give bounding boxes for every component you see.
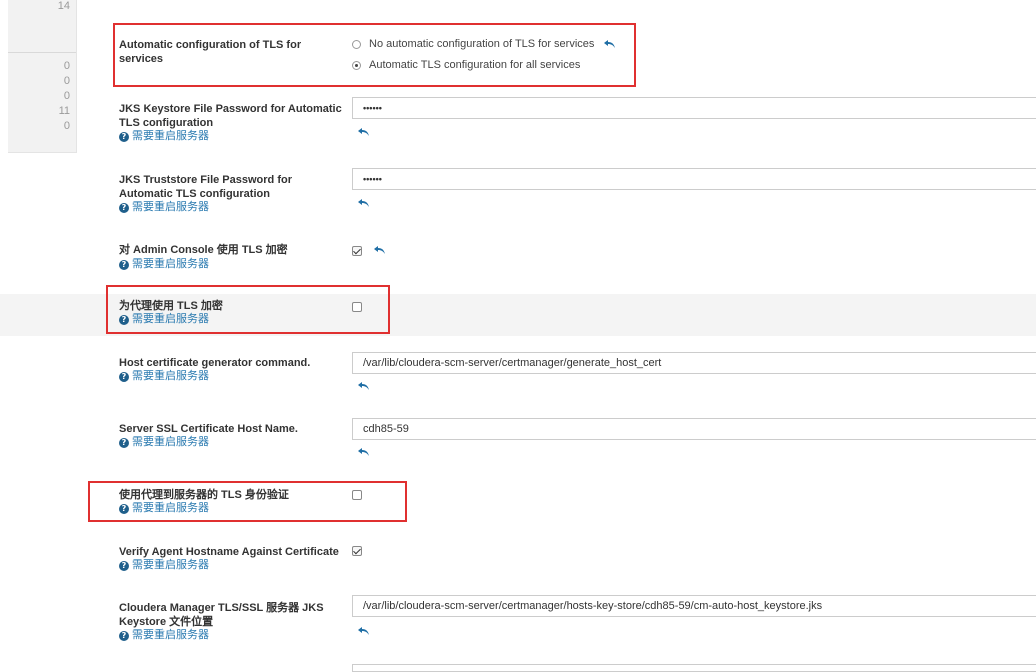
- keystore-password-input[interactable]: ••••••: [352, 97, 1036, 119]
- next-setting-input[interactable]: [352, 664, 1036, 672]
- help-icon: ?: [119, 202, 129, 213]
- ssl-host-name-label: Server SSL Certificate Host Name.: [119, 423, 298, 435]
- restart-text[interactable]: 需要重启服务器: [132, 201, 209, 214]
- restart-required-note: ? 需要重启服务器: [119, 559, 209, 572]
- restart-text[interactable]: 需要重启服务器: [132, 258, 209, 271]
- sidebar-count-partial: 14: [57, 0, 70, 10]
- help-icon: ?: [119, 630, 129, 641]
- sidebar-count: 0: [63, 60, 70, 72]
- admin-console-tls-checkbox[interactable]: [352, 246, 362, 256]
- restart-text[interactable]: 需要重启服务器: [132, 436, 209, 449]
- restart-required-note: ? 需要重启服务器: [119, 436, 209, 449]
- help-icon: ?: [119, 131, 129, 142]
- help-icon: ?: [119, 437, 129, 448]
- highlight-box-auto-tls: [113, 23, 636, 87]
- admin-console-tls-label: 对 Admin Console 使用 TLS 加密: [119, 244, 288, 256]
- highlight-box-agent-tls: [106, 285, 390, 334]
- restart-required-note: ? 需要重启服务器: [119, 130, 209, 143]
- verify-agent-hostname-label: Verify Agent Hostname Against Certificat…: [119, 546, 339, 558]
- sidebar-count: 11: [58, 105, 70, 117]
- host-cert-command-label: Host certificate generator command.: [119, 357, 311, 369]
- truststore-password-label: JKS Truststore File Password for Automat…: [119, 174, 292, 200]
- sidebar-divider: [8, 52, 76, 53]
- ssl-host-name-input[interactable]: cdh85-59: [352, 418, 1036, 440]
- help-icon: ?: [119, 560, 129, 571]
- restart-required-note: ? 需要重启服务器: [119, 629, 209, 642]
- restart-required-note: ? 需要重启服务器: [119, 258, 209, 271]
- sidebar-summary: 14 0 0 0 11 0: [8, 0, 77, 153]
- undo-icon[interactable]: [358, 626, 370, 636]
- restart-text[interactable]: 需要重启服务器: [132, 629, 209, 642]
- help-icon: ?: [119, 371, 129, 382]
- undo-icon[interactable]: [358, 198, 370, 208]
- truststore-password-input[interactable]: ••••••: [352, 168, 1036, 190]
- keystore-password-label: JKS Keystore File Password for Automatic…: [119, 103, 342, 129]
- undo-icon[interactable]: [358, 381, 370, 391]
- restart-required-note: ? 需要重启服务器: [119, 370, 209, 383]
- restart-required-note: ? 需要重启服务器: [119, 201, 209, 214]
- restart-text[interactable]: 需要重启服务器: [132, 559, 209, 572]
- host-cert-command-input[interactable]: /var/lib/cloudera-scm-server/certmanager…: [352, 352, 1036, 374]
- restart-text[interactable]: 需要重启服务器: [132, 130, 209, 143]
- undo-icon[interactable]: [358, 127, 370, 137]
- sidebar-count: 0: [63, 120, 70, 132]
- highlight-box-agent-server-auth: [88, 481, 407, 522]
- help-icon: ?: [119, 259, 129, 270]
- sidebar-count: 0: [63, 75, 70, 87]
- keystore-location-label: Cloudera Manager TLS/SSL 服务器 JKS Keystor…: [119, 602, 324, 628]
- undo-icon[interactable]: [374, 245, 386, 255]
- sidebar-count: 0: [63, 90, 70, 102]
- restart-text[interactable]: 需要重启服务器: [132, 370, 209, 383]
- keystore-location-input[interactable]: /var/lib/cloudera-scm-server/certmanager…: [352, 595, 1036, 617]
- undo-icon[interactable]: [358, 447, 370, 457]
- verify-agent-hostname-checkbox[interactable]: [352, 546, 362, 556]
